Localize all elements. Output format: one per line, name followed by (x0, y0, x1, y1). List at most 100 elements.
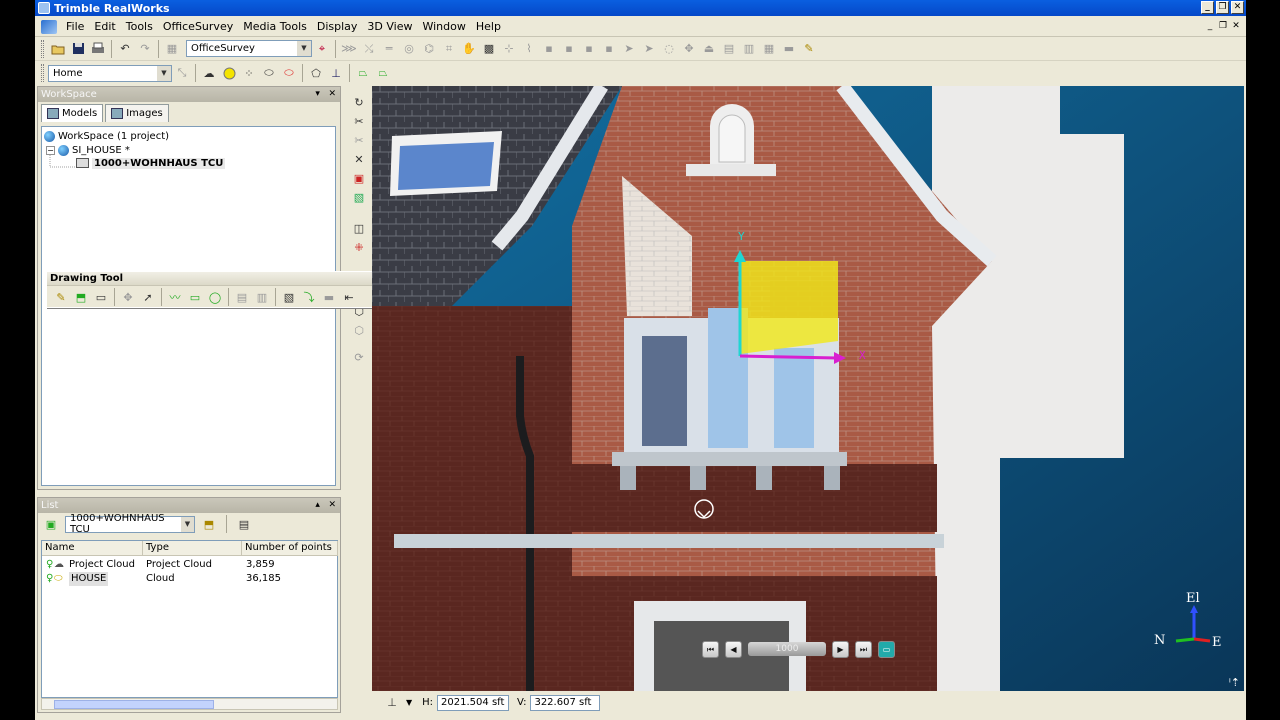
table-row[interactable]: ♀ ☁ Project Cloud Project Cloud 3,859 (42, 558, 338, 572)
menu-tools[interactable]: Tools (121, 20, 158, 33)
v-coordinate-field[interactable]: 322.607 sft (530, 694, 601, 711)
circle-icon[interactable]: ◯ (206, 288, 224, 306)
camera-icon[interactable]: ◫ (351, 220, 367, 236)
visibility-icon[interactable]: ♀ (46, 558, 53, 572)
mesh-icon[interactable]: ▤ (720, 40, 738, 58)
line-icon[interactable]: ═ (380, 40, 398, 58)
box2-icon[interactable]: ▪ (560, 40, 578, 58)
cloud-filter-icon[interactable]: ▣ (42, 515, 60, 533)
cube2-icon[interactable]: ⬡ (351, 322, 367, 338)
box4-icon[interactable]: ▪ (600, 40, 618, 58)
horizontal-scrollbar[interactable] (41, 698, 338, 710)
circle-tool-icon[interactable]: ◎ (400, 40, 418, 58)
print-icon[interactable] (89, 40, 107, 58)
fill-icon[interactable]: ▬ (320, 288, 338, 306)
gizmo-x-axis[interactable] (739, 354, 838, 360)
up-icon[interactable]: ⏏ (700, 40, 718, 58)
frame-slider[interactable]: 1000 (748, 642, 826, 656)
segment-tool-icon[interactable]: ▣ (351, 170, 367, 186)
lasso-icon[interactable]: ⌬ (420, 40, 438, 58)
undo-icon[interactable]: ↶ (116, 40, 134, 58)
screen-icon[interactable]: ▭ (878, 640, 895, 658)
last-frame-icon[interactable]: ⏭ (855, 640, 872, 658)
pin-icon[interactable]: ▴ (315, 500, 320, 510)
text-icon[interactable]: ▭ (92, 288, 110, 306)
green-cap-icon[interactable]: ⏢ (354, 64, 372, 82)
menu-display[interactable]: Display (312, 20, 363, 33)
hand-icon[interactable]: ✋ (460, 40, 478, 58)
grid-select-icon[interactable]: ▩ (480, 40, 498, 58)
color-sphere-icon[interactable] (220, 64, 238, 82)
polyline-draw-icon[interactable]: 〰 (166, 288, 184, 306)
axis-icon[interactable]: ⊥ (327, 64, 345, 82)
sphere-icon[interactable]: ◌ (660, 40, 678, 58)
scissors-icon[interactable]: ✂ (351, 113, 367, 129)
crop-icon[interactable]: ⌗ (440, 40, 458, 58)
menu-edit[interactable]: Edit (89, 20, 120, 33)
toolbar-grip[interactable] (41, 39, 44, 58)
panel-close-icon[interactable]: ✕ (328, 500, 336, 510)
visibility-icon[interactable]: ♀ (46, 572, 53, 586)
select-arrow-icon[interactable]: ➚ (139, 288, 157, 306)
box-icon[interactable]: ▪ (540, 40, 558, 58)
edit-icon[interactable]: ▧ (280, 288, 298, 306)
filter-icon[interactable]: ▦ (760, 40, 778, 58)
node-icon[interactable]: ⤵ (300, 288, 318, 306)
chevron-down-icon[interactable]: ▼ (406, 698, 412, 707)
chevron-down-icon[interactable]: ▼ (157, 65, 171, 81)
rectangle-icon[interactable]: ▭ (186, 288, 204, 306)
properties-icon[interactable]: ▦ (163, 40, 181, 58)
menu-window[interactable]: Window (417, 20, 470, 33)
3d-viewport[interactable]: Y X ⏮ ◀ 1000 ▶ ⏭ ▭ El N E ⁱ⇡ (372, 86, 1244, 691)
mdi-restore-button[interactable]: ❐ (1217, 20, 1229, 32)
rotate-icon[interactable]: ↻ (351, 94, 367, 110)
column-header-type[interactable]: Type (143, 541, 242, 556)
ellipse-red-icon[interactable]: ⬭ (280, 64, 298, 82)
menu-3d-view[interactable]: 3D View (362, 20, 417, 33)
target-icon[interactable]: ⌖ (313, 40, 331, 58)
minimize-button[interactable]: _ (1201, 1, 1214, 14)
table-icon[interactable]: ▤ (233, 288, 251, 306)
draw-2d-icon[interactable]: ✎ (52, 288, 70, 306)
exit-icon[interactable]: ⇤ (340, 288, 358, 306)
cut-icon[interactable]: ✂ (351, 132, 367, 148)
cloud-display-icon[interactable]: ☁ (200, 64, 218, 82)
move-icon[interactable]: ✥ (119, 288, 137, 306)
display-icon[interactable]: ▬ (780, 40, 798, 58)
segment-icon[interactable]: ⤯ (360, 40, 378, 58)
folder-up-icon[interactable]: ⬒ (200, 515, 218, 533)
view-tool-icon[interactable]: ⤡ (173, 64, 191, 82)
list-view-icon[interactable]: ▤ (235, 515, 253, 533)
arrow-right-icon[interactable]: ➤ (640, 40, 658, 58)
panel-close-icon[interactable]: ✕ (328, 89, 336, 99)
chevron-down-icon[interactable]: ▼ (297, 41, 311, 56)
first-frame-icon[interactable]: ⏮ (702, 640, 719, 658)
mdi-minimize-button[interactable]: _ (1204, 20, 1216, 32)
table-row[interactable]: ♀ ⬭ HOUSE Cloud 36,185 (42, 572, 338, 586)
cross-icon[interactable]: ✕ (351, 151, 367, 167)
restore-button[interactable]: ❐ (1216, 1, 1229, 14)
mdi-close-button[interactable]: ✕ (1230, 20, 1242, 32)
menu-file[interactable]: File (61, 20, 89, 33)
image-tool-icon[interactable]: ▧ (351, 189, 367, 205)
menu-help[interactable]: Help (471, 20, 506, 33)
shape-icon[interactable]: ⬠ (307, 64, 325, 82)
table2-icon[interactable]: ▥ (253, 288, 271, 306)
menu-officesurvey[interactable]: OfficeSurvey (158, 20, 238, 33)
pointer-info-icon[interactable]: ⁱ⇡ (1229, 676, 1240, 689)
list-table[interactable]: Name Type Number of points ♀ ☁ Project C… (41, 540, 338, 698)
ellipse-icon[interactable]: ⬭ (260, 64, 278, 82)
close-button[interactable]: ✕ (1231, 1, 1244, 14)
grid-points-icon[interactable]: ⁜ (351, 239, 367, 255)
save-icon[interactable] (69, 40, 87, 58)
menu-media-tools[interactable]: Media Tools (238, 20, 312, 33)
tab-images[interactable]: Images (105, 104, 169, 122)
h-coordinate-field[interactable]: 2021.504 sft (437, 694, 510, 711)
polyline-icon[interactable]: ⌇ (520, 40, 538, 58)
view-combo[interactable]: Home ▼ (48, 64, 172, 82)
pencil-icon[interactable]: ✎ (800, 40, 818, 58)
arrow-left-icon[interactable]: ➤ (620, 40, 638, 58)
prev-frame-icon[interactable]: ◀ (725, 640, 742, 658)
open-icon[interactable] (49, 40, 67, 58)
points-icon[interactable]: ⁘ (240, 64, 258, 82)
